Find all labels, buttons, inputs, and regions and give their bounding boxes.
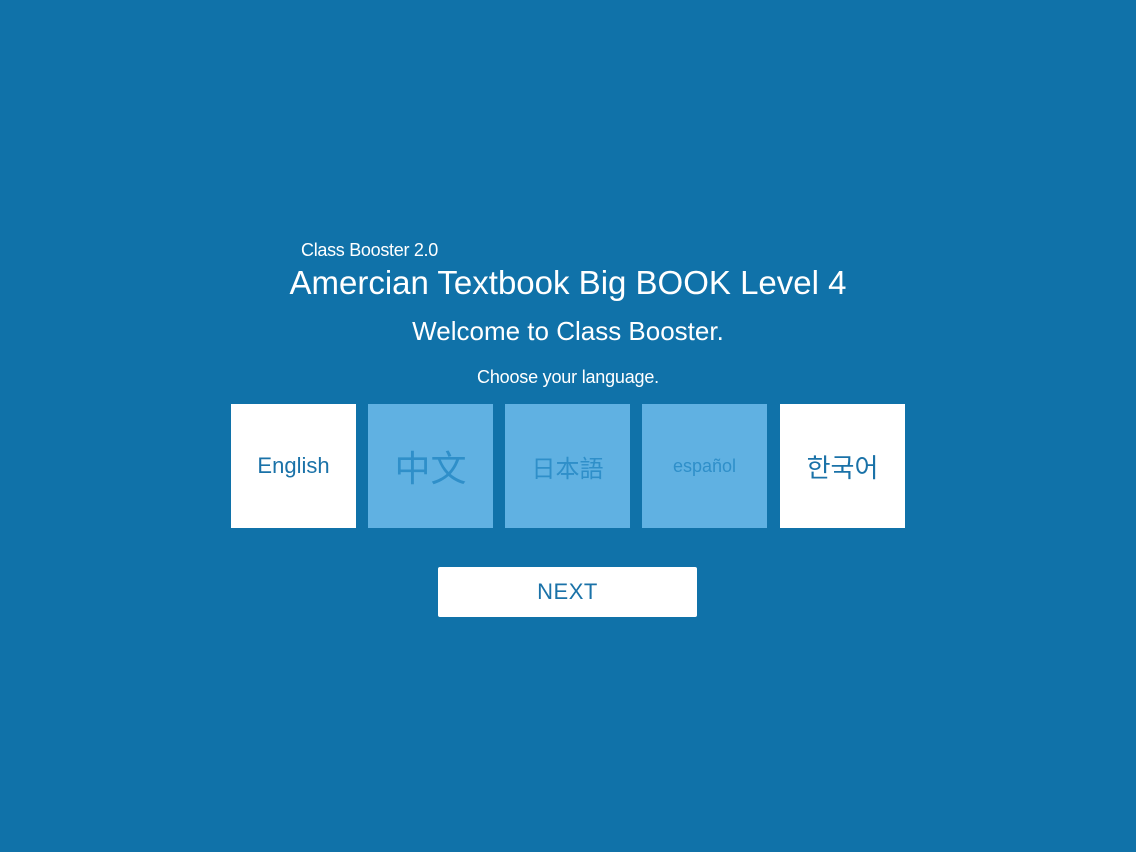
book-title: Amercian Textbook Big BOOK Level 4 [289,264,847,301]
language-option-english[interactable]: English [231,404,356,528]
welcome-message: Welcome to Class Booster. [412,316,724,346]
language-option-chinese[interactable]: 中文 [368,404,493,528]
language-prompt: Choose your language. [477,367,659,387]
app-name: Class Booster 2.0 [301,240,438,260]
language-option-spanish[interactable]: español [642,404,767,528]
next-button[interactable]: NEXT [438,567,697,617]
language-option-japanese[interactable]: 日本語 [505,404,630,528]
language-option-korean[interactable]: 한국어 [780,404,905,528]
